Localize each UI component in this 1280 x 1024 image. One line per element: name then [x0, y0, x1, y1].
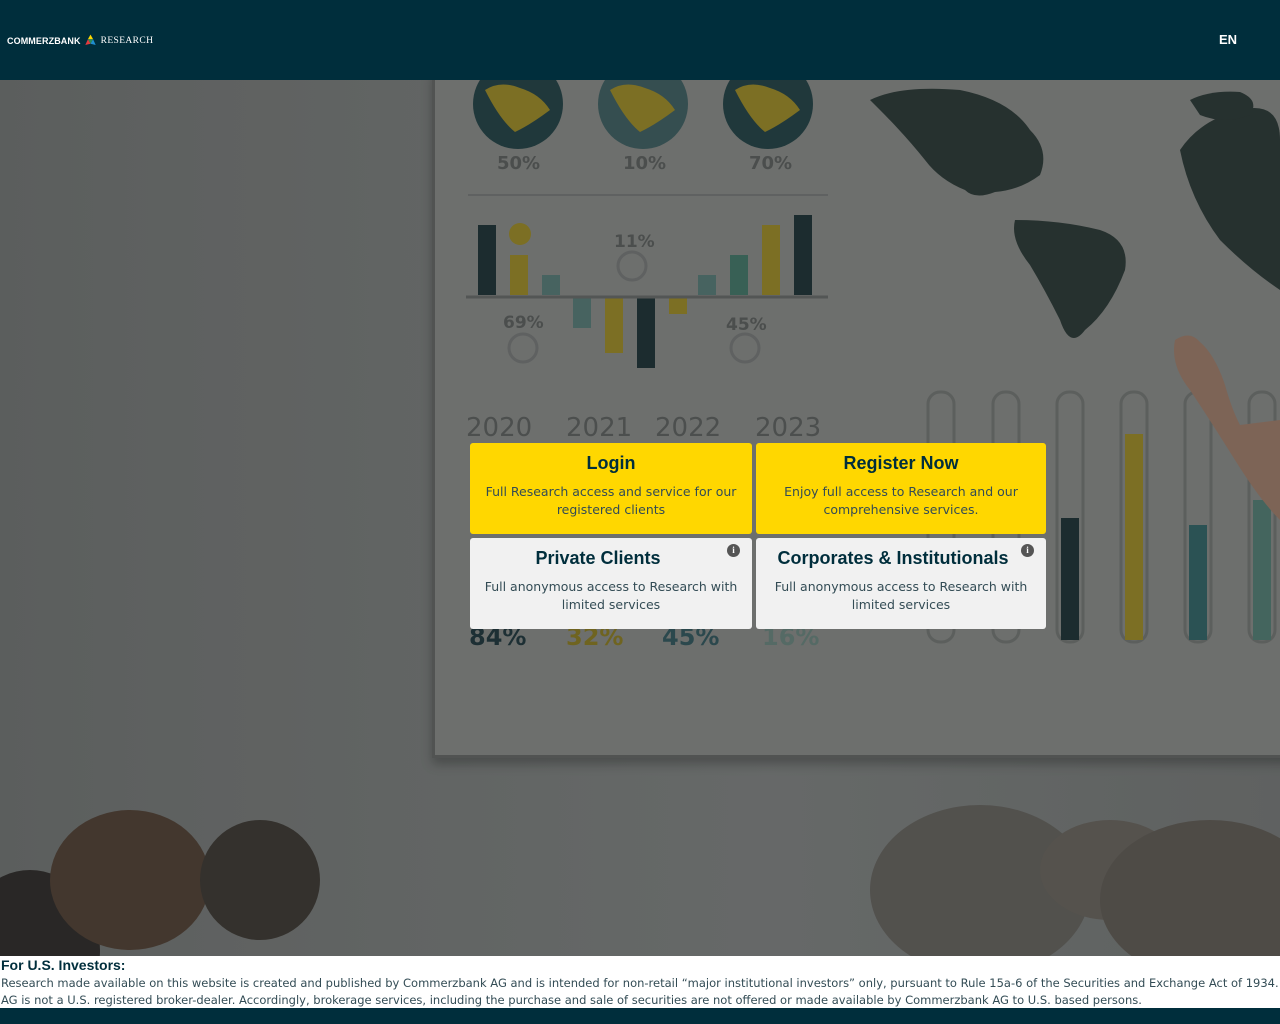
disclaimer-text: Research made available on this website … — [1, 976, 1280, 990]
register-description: Enjoy full access to Research and our co… — [784, 484, 1018, 517]
brand-subtitle: RESEARCH — [100, 35, 154, 46]
disclaimer-text: AG is not a U.S. registered broker-deale… — [1, 993, 1142, 1007]
corporates-card[interactable]: Corporates & Institutionals i Full anony… — [756, 538, 1046, 629]
info-icon[interactable]: i — [1021, 544, 1034, 557]
login-card[interactable]: Login Full Research access and service f… — [470, 443, 752, 534]
bottom-bar — [0, 1008, 1280, 1024]
login-title: Login — [586, 453, 636, 473]
register-card[interactable]: Register Now Enjoy full access to Resear… — [756, 443, 1046, 534]
brand-name: COMMERZBANK — [7, 35, 81, 46]
commerzbank-research-logo[interactable]: COMMERZBANK RESEARCH — [7, 34, 153, 47]
login-description: Full Research access and service for our… — [485, 484, 737, 517]
top-header: COMMERZBANK RESEARCH EN — [0, 0, 1280, 80]
private-clients-title: Private Clients — [535, 548, 661, 568]
private-clients-description: Full anonymous access to Research with l… — [484, 579, 738, 612]
corporates-description: Full anonymous access to Research with l… — [774, 579, 1028, 612]
language-selector[interactable]: EN — [1219, 32, 1237, 47]
info-icon[interactable]: i — [727, 544, 740, 557]
disclaimer-title: For U.S. Investors: — [1, 957, 126, 973]
corporates-title: Corporates & Institutionals — [777, 548, 1009, 568]
us-investor-disclaimer: For U.S. Investors: Research made availa… — [0, 956, 1280, 1008]
private-clients-card[interactable]: Private Clients i Full anonymous access … — [470, 538, 752, 629]
register-title: Register Now — [843, 453, 959, 473]
ribbon-logo-icon — [84, 34, 96, 46]
